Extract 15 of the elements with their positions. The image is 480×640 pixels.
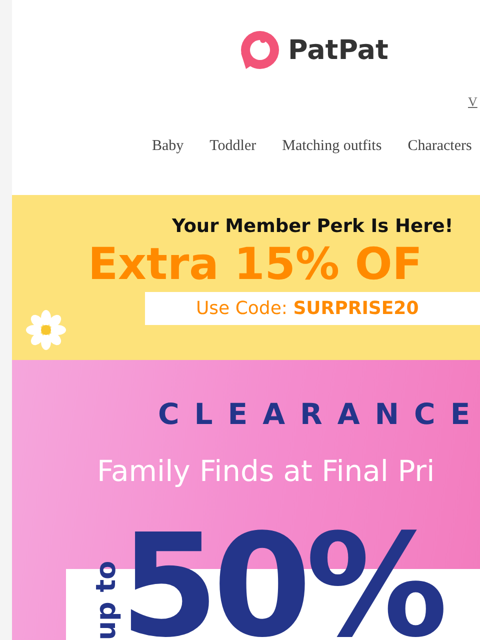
logo-icon	[238, 29, 282, 71]
offer-text: Extra 15% OF	[87, 239, 424, 292]
clearance-title: CLEARANCE	[157, 396, 480, 429]
clearance-subtitle: Family Finds at Final Pri	[96, 454, 436, 489]
nav-link[interactable]: Characters	[408, 135, 472, 158]
promo-code: Use Code: SURPRISE20	[145, 292, 480, 326]
nav-link[interactable]: Matching outfits	[282, 135, 382, 158]
logo-text: PatPat	[288, 36, 388, 64]
view-link[interactable]: V	[468, 92, 478, 112]
discount-amount: 50%	[120, 530, 444, 640]
nav-link[interactable]: Toddler	[210, 135, 256, 158]
banner-heading: Your Member Perk Is Here!	[171, 215, 454, 238]
daisy-icon	[26, 310, 66, 350]
nav-link[interactable]: Baby	[152, 135, 184, 158]
discount-prefix: up to	[93, 560, 120, 640]
